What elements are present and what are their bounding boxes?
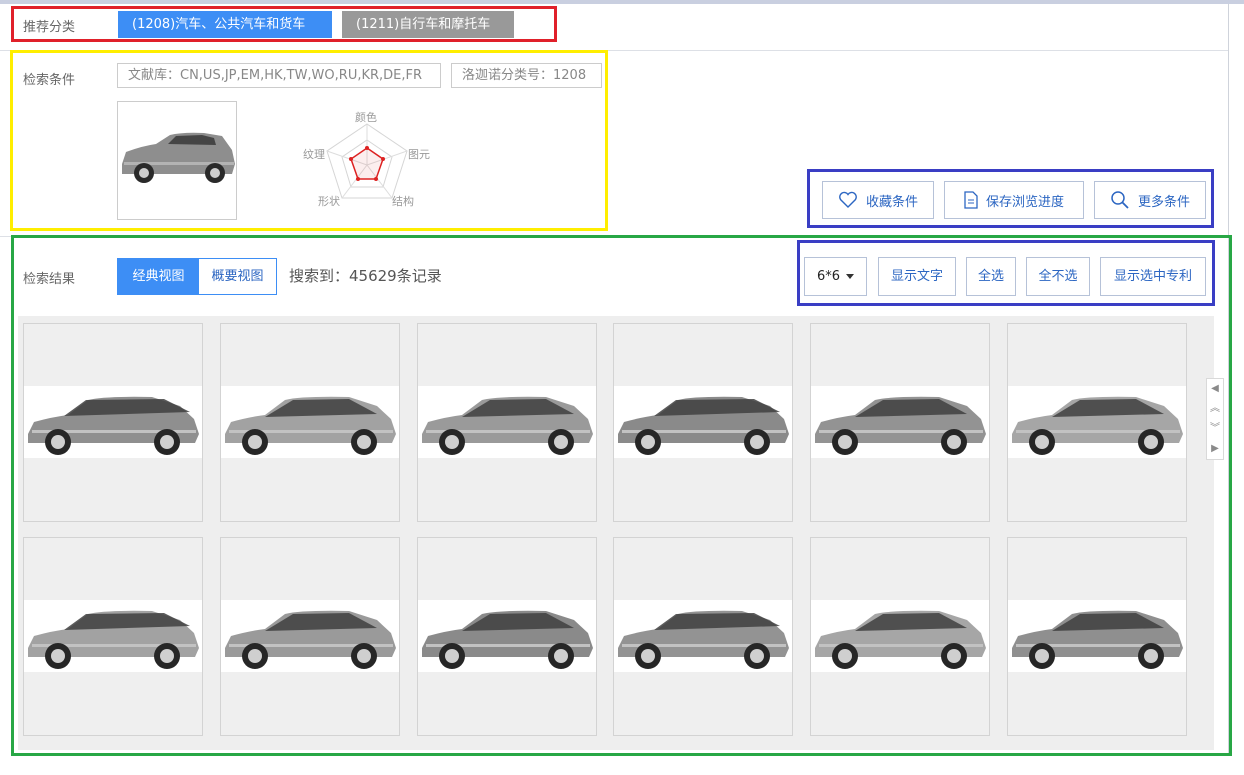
highlight-results (11, 235, 1232, 756)
highlight-conditions (10, 50, 608, 231)
top-border (0, 0, 1244, 4)
highlight-recommend (11, 6, 557, 42)
highlight-actions (807, 169, 1214, 228)
